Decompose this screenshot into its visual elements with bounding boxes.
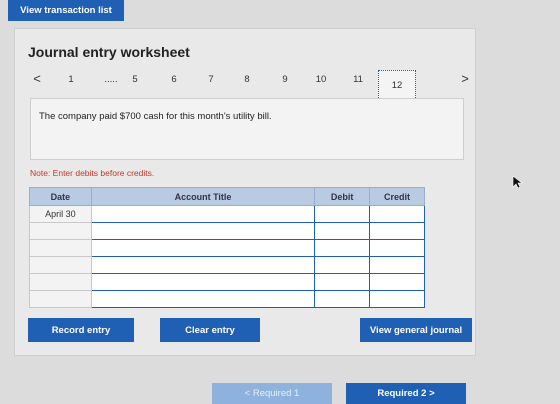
note-text: Note: Enter debits before credits.: [30, 168, 155, 178]
account-title-input[interactable]: [90, 290, 316, 308]
pager-item-11[interactable]: 11: [347, 74, 369, 85]
date-cell: [29, 222, 92, 240]
credit-input[interactable]: [369, 239, 425, 257]
mouse-cursor-icon: [512, 175, 522, 189]
debit-input[interactable]: [314, 290, 371, 308]
entry-pager: < 1 ..... 5 6 7 8 9 10 11 12 >: [24, 70, 476, 100]
pager-ellipsis: .....: [104, 74, 118, 85]
debit-input[interactable]: [314, 205, 371, 223]
clear-entry-button[interactable]: Clear entry: [160, 318, 260, 342]
pager-item-1[interactable]: 1: [60, 74, 82, 85]
required-2-button[interactable]: Required 2 >: [346, 383, 466, 404]
table-row: [29, 222, 425, 240]
pager-item-5[interactable]: 5: [124, 74, 146, 85]
credit-input[interactable]: [369, 256, 425, 274]
debit-input[interactable]: [314, 273, 371, 291]
view-general-journal-button[interactable]: View general journal: [360, 318, 472, 342]
header-debit: Debit: [314, 187, 371, 206]
table-row: April 30: [29, 205, 425, 223]
date-cell: [29, 256, 92, 274]
date-cell: [29, 273, 92, 291]
table-row: [29, 273, 425, 291]
header-account-title: Account Title: [90, 187, 316, 206]
debit-input[interactable]: [314, 256, 371, 274]
pager-item-8[interactable]: 8: [236, 74, 258, 85]
debit-input[interactable]: [314, 222, 371, 240]
page-title: Journal entry worksheet: [28, 44, 190, 60]
transaction-description-box: The company paid $700 cash for this mont…: [30, 98, 464, 160]
pager-item-9[interactable]: 9: [274, 74, 296, 85]
credit-input[interactable]: [369, 290, 425, 308]
required-1-button[interactable]: < Required 1: [212, 383, 332, 404]
header-credit: Credit: [369, 187, 425, 206]
date-cell: April 30: [29, 205, 92, 223]
account-title-input[interactable]: [90, 205, 316, 223]
account-title-input[interactable]: [90, 273, 316, 291]
transaction-description: The company paid $700 cash for this mont…: [39, 111, 272, 122]
table-row: [29, 290, 425, 308]
next-arrow-icon[interactable]: >: [454, 71, 476, 86]
header-date: Date: [29, 187, 92, 206]
pager-item-10[interactable]: 10: [310, 74, 332, 85]
debit-input[interactable]: [314, 239, 371, 257]
credit-input[interactable]: [369, 273, 425, 291]
view-transaction-list-button[interactable]: View transaction list: [8, 0, 124, 21]
pager-item-6[interactable]: 6: [163, 74, 185, 85]
pager-item-7[interactable]: 7: [200, 74, 222, 85]
credit-input[interactable]: [369, 205, 425, 223]
account-title-input[interactable]: [90, 256, 316, 274]
pager-item-12-active[interactable]: 12: [378, 70, 416, 100]
date-cell: [29, 239, 92, 257]
account-title-input[interactable]: [90, 222, 316, 240]
prev-arrow-icon[interactable]: <: [26, 71, 48, 86]
journal-table: Date Account Title Debit Credit April 30: [29, 187, 425, 308]
table-row: [29, 256, 425, 274]
account-title-input[interactable]: [90, 239, 316, 257]
date-cell: [29, 290, 92, 308]
credit-input[interactable]: [369, 222, 425, 240]
record-entry-button[interactable]: Record entry: [28, 318, 134, 342]
table-row: [29, 239, 425, 257]
